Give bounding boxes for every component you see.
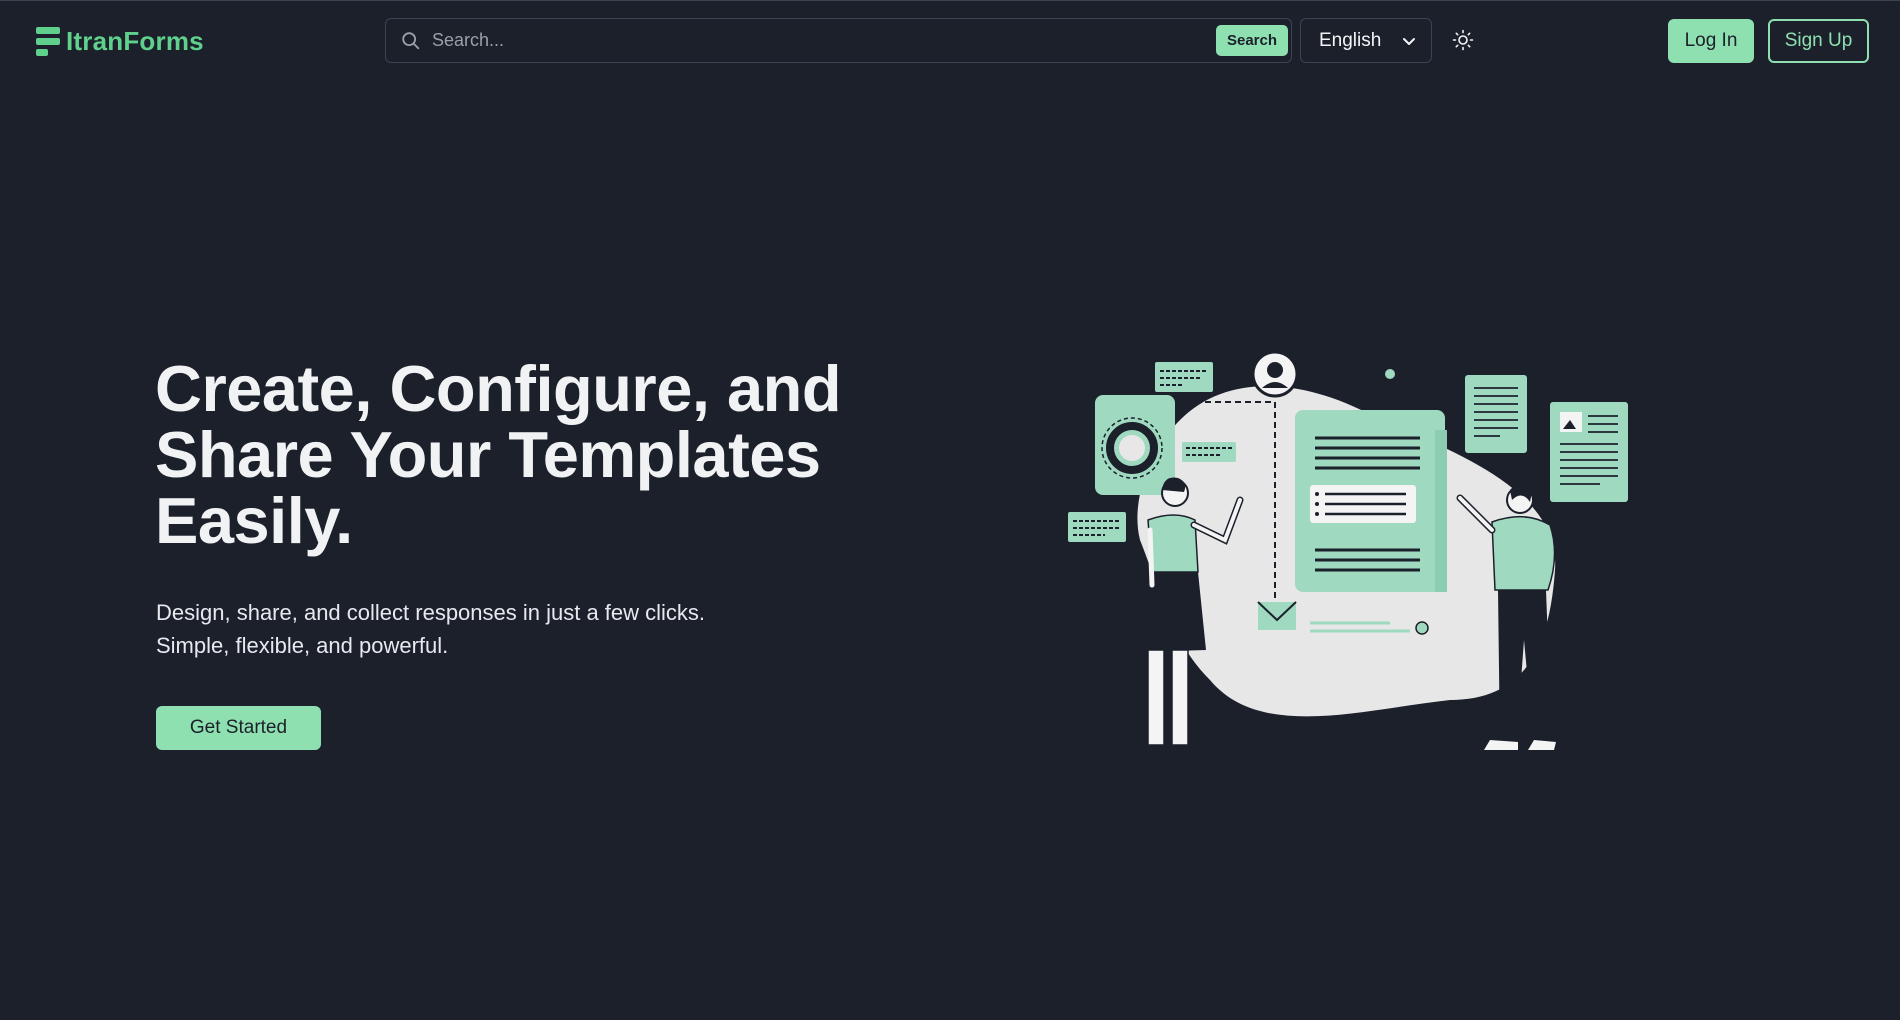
hero-title: Create, Configure, and Share Your Templa… (155, 352, 842, 557)
sun-icon[interactable] (1451, 28, 1475, 52)
search-bar: Search (385, 18, 1292, 63)
site-header: ItranForms Search English Log In Sign Up (0, 0, 1900, 84)
search-input[interactable] (430, 19, 1170, 62)
hero-subtitle-line2: Simple, flexible, and powerful. (156, 633, 449, 658)
get-started-button[interactable]: Get Started (156, 706, 321, 750)
language-selected: English (1319, 29, 1382, 51)
hero-illustration (1068, 350, 1628, 750)
logo-text: ItranForms (66, 26, 204, 56)
language-select[interactable]: English (1300, 18, 1432, 63)
logo-icon (36, 27, 60, 56)
hero-subtitle-line1: Design, share, and collect responses in … (156, 600, 706, 625)
search-icon (402, 32, 420, 50)
logo[interactable]: ItranForms (36, 26, 204, 57)
signup-button[interactable]: Sign Up (1768, 19, 1869, 63)
search-button[interactable]: Search (1216, 25, 1288, 56)
chevron-down-icon (1403, 38, 1415, 45)
hero-subtitle: Design, share, and collect responses in … (156, 596, 776, 662)
login-button[interactable]: Log In (1668, 19, 1754, 63)
